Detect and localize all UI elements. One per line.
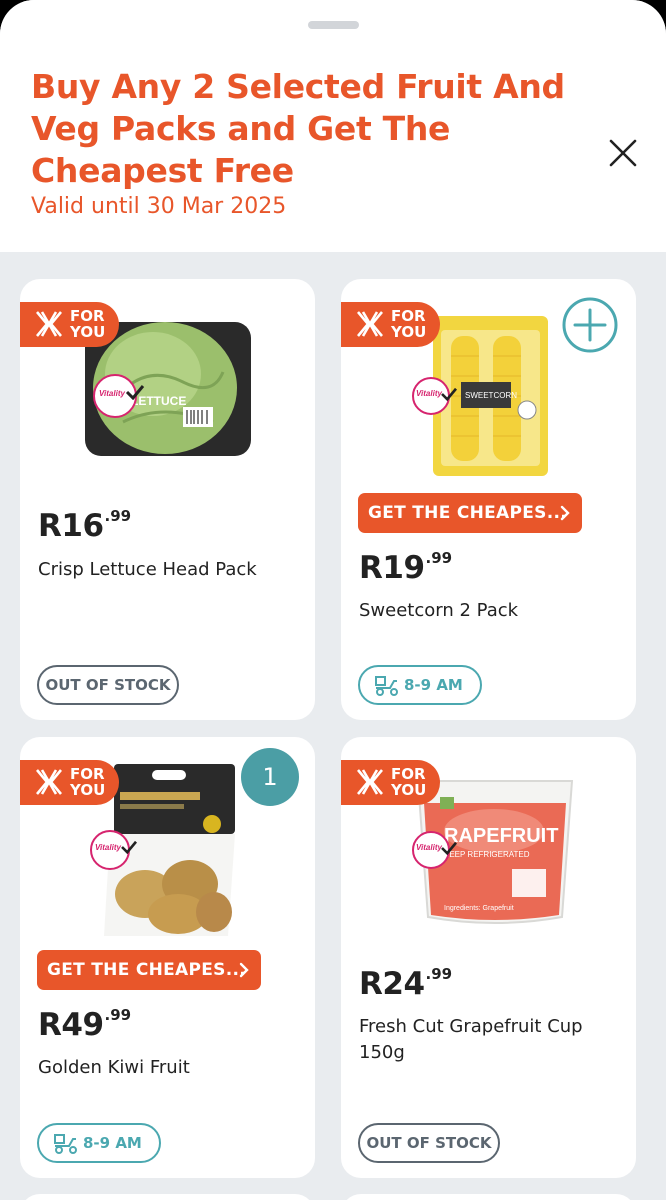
out-of-stock-badge: OUT OF STOCK (37, 665, 179, 705)
svg-text:Ingredients: Grapefruit: Ingredients: Grapefruit (444, 905, 514, 912)
out-of-stock-badge: OUT OF STOCK (358, 1123, 500, 1163)
svg-text:SWEETCORN: SWEETCORN (465, 391, 517, 400)
x-for-you-badge: FOR YOU (20, 302, 119, 347)
x-for-you-badge: FOR YOU (20, 760, 119, 805)
promotion-title: Buy Any 2 Selected Fruit And Veg Packs a… (31, 67, 565, 190)
x-for-you-badge: FOR YOU (341, 302, 440, 347)
product-name: Crisp Lettuce Head Pack (38, 559, 257, 580)
bottom-sheet: Buy Any 2 Selected Fruit And Veg Packs a… (0, 0, 666, 1200)
promo-label-button[interactable]: GET THE CHEAPES... (358, 493, 582, 533)
delivery-slot-badge: 8-9 AM (358, 665, 482, 705)
x-for-you-badge: FOR YOU (341, 760, 440, 805)
delivery-slot-badge: 8-9 AM (37, 1123, 161, 1163)
validity-date: Valid until 30 Mar 2025 (31, 194, 287, 219)
chevron-right-icon (560, 505, 570, 521)
x-for-you-icon (36, 311, 62, 337)
x-for-you-icon (357, 311, 383, 337)
product-price: R24.99 (359, 965, 453, 1002)
product-price: R16.99 (38, 507, 132, 544)
vitality-icon: Vitality (90, 830, 138, 870)
product-card-lettuce[interactable]: LETTUCE Vitality FOR YOU R16.99 Crisp Let… (20, 279, 315, 720)
product-card-sweetcorn[interactable]: SWEETCORN Vitality FOR YOU GET THE CHEAPE… (341, 279, 636, 720)
vitality-icon: Vitality (412, 377, 458, 415)
plus-icon[interactable] (561, 296, 619, 354)
product-card-next[interactable] (341, 1194, 636, 1200)
product-name: Fresh Cut Grapefruit Cup 150g (359, 1016, 583, 1063)
close-icon[interactable] (604, 134, 642, 172)
delivery-scooter-icon (54, 1134, 77, 1154)
sheet-header: Buy Any 2 Selected Fruit And Veg Packs a… (0, 0, 666, 252)
product-price: R19.99 (359, 549, 453, 586)
promo-label-button[interactable]: GET THE CHEAPES... (37, 950, 261, 990)
delivery-scooter-icon (375, 676, 398, 696)
product-card-next[interactable] (20, 1194, 315, 1200)
chevron-right-icon (239, 962, 249, 978)
product-card-golden-kiwi[interactable]: Vitality FOR YOU 1 GET THE CHEAPES... R49… (20, 737, 315, 1178)
product-name: Golden Kiwi Fruit (38, 1057, 190, 1078)
product-name: Sweetcorn 2 Pack (359, 600, 519, 621)
x-for-you-icon (36, 769, 62, 795)
drag-handle[interactable] (308, 21, 359, 29)
vitality-icon: Vitality (93, 374, 145, 418)
product-card-grapefruit[interactable]: RAPEFRUIT KEEP REFRIGERATED Ingredients:… (341, 737, 636, 1178)
svg-text:RAPEFRUIT: RAPEFRUIT (444, 825, 558, 847)
product-price: R49.99 (38, 1006, 132, 1043)
x-for-you-icon (357, 769, 383, 795)
vitality-icon: Vitality (412, 831, 458, 869)
cart-quantity-badge[interactable]: 1 (241, 748, 299, 806)
